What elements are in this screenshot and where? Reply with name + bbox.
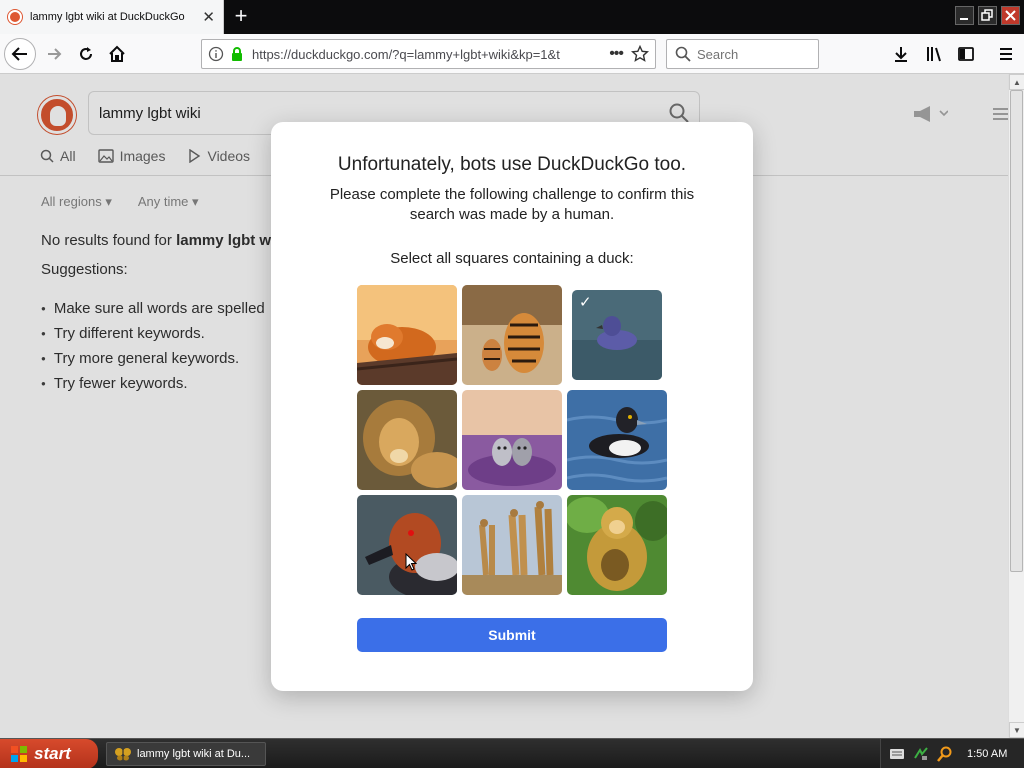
network-icon[interactable] <box>913 746 929 762</box>
reload-icon <box>80 47 92 60</box>
reload-button[interactable] <box>70 38 102 70</box>
challenge-tile-lion[interactable] <box>357 390 457 490</box>
url-text: https://duckduckgo.com/?q=lammy+lgbt+wik… <box>252 46 560 62</box>
bot-challenge-modal: Unfortunately, bots use DuckDuckGo too. … <box>271 122 753 691</box>
scrollbar-thumb[interactable] <box>1010 90 1023 572</box>
home-icon <box>109 45 125 62</box>
butterfly-icon <box>115 748 131 761</box>
navigation-toolbar: https://duckduckgo.com/?q=lammy+lgbt+wik… <box>0 34 1024 74</box>
modal-subtitle: Please complete the following challenge … <box>329 186 695 223</box>
new-tab-button[interactable]: + <box>228 4 254 30</box>
page-actions-menu-icon[interactable]: ••• <box>609 45 624 63</box>
open-menu-button[interactable] <box>990 38 1022 70</box>
challenge-tile-giraffes[interactable] <box>462 495 562 595</box>
keyboard-icon[interactable] <box>889 748 905 760</box>
start-label: start <box>34 744 71 763</box>
forward-button[interactable] <box>38 38 70 70</box>
restore-window-button[interactable] <box>978 6 997 25</box>
challenge-instruction: Select all squares containing a duck: <box>390 250 634 267</box>
tab-close-icon[interactable]: ✕ <box>202 10 215 25</box>
tab-title: lammy lgbt wiki at DuckDuckGo <box>30 11 185 23</box>
download-icon <box>895 47 907 62</box>
close-window-button[interactable] <box>1001 6 1020 25</box>
scroll-down-arrow-icon[interactable]: ▼ <box>1009 722 1024 738</box>
address-bar[interactable]: https://duckduckgo.com/?q=lammy+lgbt+wik… <box>201 39 656 69</box>
home-button[interactable] <box>101 38 133 70</box>
lock-icon <box>232 47 242 61</box>
search-icon <box>675 46 691 62</box>
challenge-tile-tigers[interactable] <box>462 285 562 385</box>
browser-search-box[interactable] <box>666 39 819 69</box>
clock: 1:50 AM <box>967 748 1008 760</box>
taskbar-window-button[interactable]: lammy lgbt wiki at Du... <box>106 742 266 766</box>
duckduckgo-favicon-icon <box>8 10 22 24</box>
challenge-tile-fox[interactable] <box>357 285 457 385</box>
browser-tab-active[interactable]: lammy lgbt wiki at DuckDuckGo ✕ <box>0 0 224 34</box>
page-scrollbar[interactable]: ▲ ▼ <box>1008 74 1024 738</box>
modal-title: Unfortunately, bots use DuckDuckGo too. <box>337 154 687 175</box>
taskbar-window-label: lammy lgbt wiki at Du... <box>137 748 251 760</box>
library-icon <box>927 47 941 62</box>
challenge-tile-duck-selected[interactable]: ✓ <box>572 290 662 380</box>
challenge-tile-wolves[interactable] <box>462 390 562 490</box>
scroll-up-arrow-icon[interactable]: ▲ <box>1009 74 1024 90</box>
start-button[interactable]: start <box>0 739 98 768</box>
windows-logo-icon <box>11 746 27 762</box>
magnifier-icon[interactable] <box>937 746 953 762</box>
forward-arrow-icon <box>48 48 62 60</box>
challenge-tile-duck-redhead[interactable] <box>357 495 457 595</box>
submit-button[interactable]: Submit <box>357 618 667 652</box>
sidebar-icon <box>958 47 974 61</box>
library-button[interactable] <box>918 38 950 70</box>
browser-search-input[interactable] <box>697 46 807 62</box>
challenge-tile-duck-swimming[interactable] <box>567 390 667 490</box>
hamburger-menu-icon <box>1000 48 1012 60</box>
image-challenge-grid: ✓ <box>357 285 667 595</box>
sidebar-toggle-button[interactable] <box>950 38 982 70</box>
bookmark-star-icon[interactable] <box>631 45 649 63</box>
minimize-window-button[interactable] <box>955 6 974 25</box>
selected-check-icon: ✓ <box>579 294 592 311</box>
info-icon[interactable] <box>208 46 224 62</box>
tab-strip: lammy lgbt wiki at DuckDuckGo ✕ + <box>0 0 1024 34</box>
back-arrow-icon <box>11 47 27 61</box>
windows-taskbar: start lammy lgbt wiki at Du... 1:50 AM <box>0 738 1024 768</box>
system-tray: 1:50 AM <box>880 739 1024 768</box>
mouse-cursor-icon <box>405 553 417 571</box>
back-button[interactable] <box>4 38 36 70</box>
downloads-button[interactable] <box>885 38 917 70</box>
challenge-tile-baboon[interactable] <box>567 495 667 595</box>
